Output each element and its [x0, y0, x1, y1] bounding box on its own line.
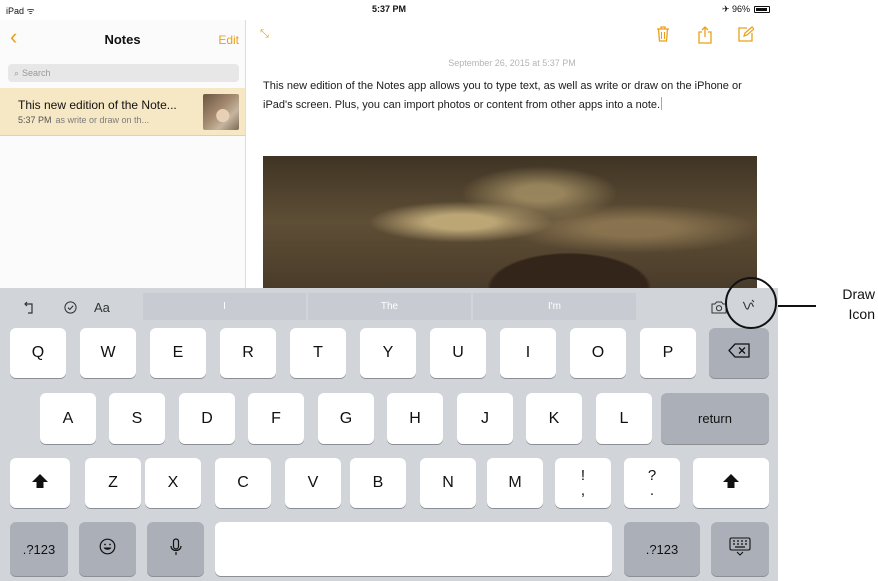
search-placeholder: Search	[22, 68, 51, 78]
shift-icon	[32, 473, 48, 493]
status-time: 5:37 PM	[371, 4, 406, 14]
key-question-period[interactable]: ?.	[624, 458, 680, 508]
text-caret	[661, 96, 663, 110]
note-list-item[interactable]: This new edition of the Note... 5:37 PM a…	[0, 88, 245, 136]
callout-label-line-1: Draw	[842, 286, 875, 302]
shift-icon	[723, 473, 739, 493]
note-date: September 26, 2015 at 5:37 PM	[448, 58, 576, 68]
shift-key-right[interactable]	[693, 458, 769, 508]
backspace-icon	[728, 343, 750, 363]
note-detail: ⤡ September 26, 2015 at 5:37 PM This new…	[246, 20, 778, 288]
key-t[interactable]: T	[290, 328, 346, 378]
key-b[interactable]: B	[350, 458, 406, 508]
key-w[interactable]: W	[80, 328, 136, 378]
shortcut-bar: Aa I The I'm	[0, 288, 778, 324]
key-d[interactable]: D	[179, 393, 235, 444]
key-e[interactable]: E	[150, 328, 206, 378]
key-h[interactable]: H	[387, 393, 443, 444]
checklist-icon[interactable]	[64, 301, 77, 317]
note-thumbnail	[203, 94, 239, 130]
key-y[interactable]: Y	[360, 328, 416, 378]
numbers-key-left[interactable]: .?123	[10, 522, 68, 576]
trash-icon[interactable]	[656, 26, 670, 47]
microphone-key[interactable]	[147, 522, 204, 576]
suggestion-1[interactable]: I	[143, 293, 306, 320]
key-v[interactable]: V	[285, 458, 341, 508]
format-button[interactable]: Aa	[94, 300, 110, 315]
callout-label-line-2: Icon	[848, 306, 875, 322]
key-q[interactable]: Q	[10, 328, 66, 378]
draw-icon-callout-line	[778, 305, 816, 307]
key-k[interactable]: K	[526, 393, 582, 444]
delete-key[interactable]	[709, 328, 769, 378]
note-list-meta: 5:37 PM as write or draw on th...	[18, 115, 149, 125]
note-body-content: This new edition of the Notes app allows…	[263, 80, 742, 111]
edit-button[interactable]: Edit	[218, 33, 239, 47]
undo-icon[interactable]	[23, 300, 37, 317]
battery-icon	[754, 6, 770, 13]
numbers-key-right[interactable]: .?123	[624, 522, 700, 576]
share-icon[interactable]	[698, 26, 712, 49]
suggestion-3[interactable]: I'm	[473, 293, 636, 320]
key-z[interactable]: Z	[85, 458, 141, 508]
keyboard: Aa I The I'm Q W E R T Y U I O P A S D F…	[0, 288, 778, 581]
key-l[interactable]: L	[596, 393, 652, 444]
key-x[interactable]: X	[145, 458, 201, 508]
key-i[interactable]: I	[500, 328, 556, 378]
battery-indicator: ✈ 96%	[722, 4, 770, 15]
key-o[interactable]: O	[570, 328, 626, 378]
note-photo[interactable]	[263, 156, 757, 288]
note-list-time: 5:37 PM	[18, 115, 52, 125]
key-c[interactable]: C	[215, 458, 271, 508]
sidebar-title: Notes	[104, 32, 141, 47]
key-m[interactable]: M	[487, 458, 543, 508]
key-s[interactable]: S	[109, 393, 165, 444]
expand-icon[interactable]: ⤡	[260, 28, 269, 41]
draw-icon-callout-label: Draw Icon	[817, 284, 875, 324]
key-period-label: .	[649, 482, 655, 499]
key-a[interactable]: A	[40, 393, 96, 444]
search-icon: ⌕	[14, 68, 20, 78]
return-key[interactable]: return	[661, 393, 769, 444]
shift-key-left[interactable]	[10, 458, 70, 508]
key-r[interactable]: R	[220, 328, 276, 378]
key-question-label: ?	[647, 467, 657, 484]
key-exclamation-comma[interactable]: !,	[555, 458, 611, 508]
suggestion-2[interactable]: The	[308, 293, 471, 320]
emoji-key[interactable]	[79, 522, 136, 576]
note-list-preview: as write or draw on th...	[55, 115, 150, 125]
search-field[interactable]: ⌕ Search	[8, 64, 239, 82]
note-list-title: This new edition of the Note...	[18, 98, 177, 112]
hide-keyboard-icon	[729, 536, 751, 562]
space-bar[interactable]	[215, 522, 612, 576]
key-j[interactable]: J	[457, 393, 513, 444]
key-n[interactable]: N	[420, 458, 476, 508]
battery-text: ✈ 96%	[721, 4, 750, 14]
status-bar: iPad ᯤ 5:37 PM ✈ 96%	[0, 0, 778, 20]
key-comma-label: ,	[580, 482, 586, 499]
key-g[interactable]: G	[318, 393, 374, 444]
ipad-screen: iPad ᯤ 5:37 PM ✈ 96% ‹ Notes Edit ⌕ Searc…	[0, 0, 778, 581]
key-p[interactable]: P	[640, 328, 696, 378]
emoji-icon	[99, 538, 116, 560]
notes-sidebar: ‹ Notes Edit ⌕ Search This new edition of…	[0, 20, 246, 288]
key-f[interactable]: F	[248, 393, 304, 444]
draw-icon-callout-circle	[725, 277, 777, 329]
key-exclamation-label: !	[580, 467, 586, 484]
hide-keyboard-key[interactable]	[711, 522, 769, 576]
microphone-icon	[169, 537, 182, 561]
note-body-text[interactable]: This new edition of the Notes app allows…	[263, 77, 758, 114]
sidebar-nav-bar: ‹ Notes Edit	[0, 20, 245, 56]
compose-icon[interactable]	[738, 26, 755, 47]
key-u[interactable]: U	[430, 328, 486, 378]
